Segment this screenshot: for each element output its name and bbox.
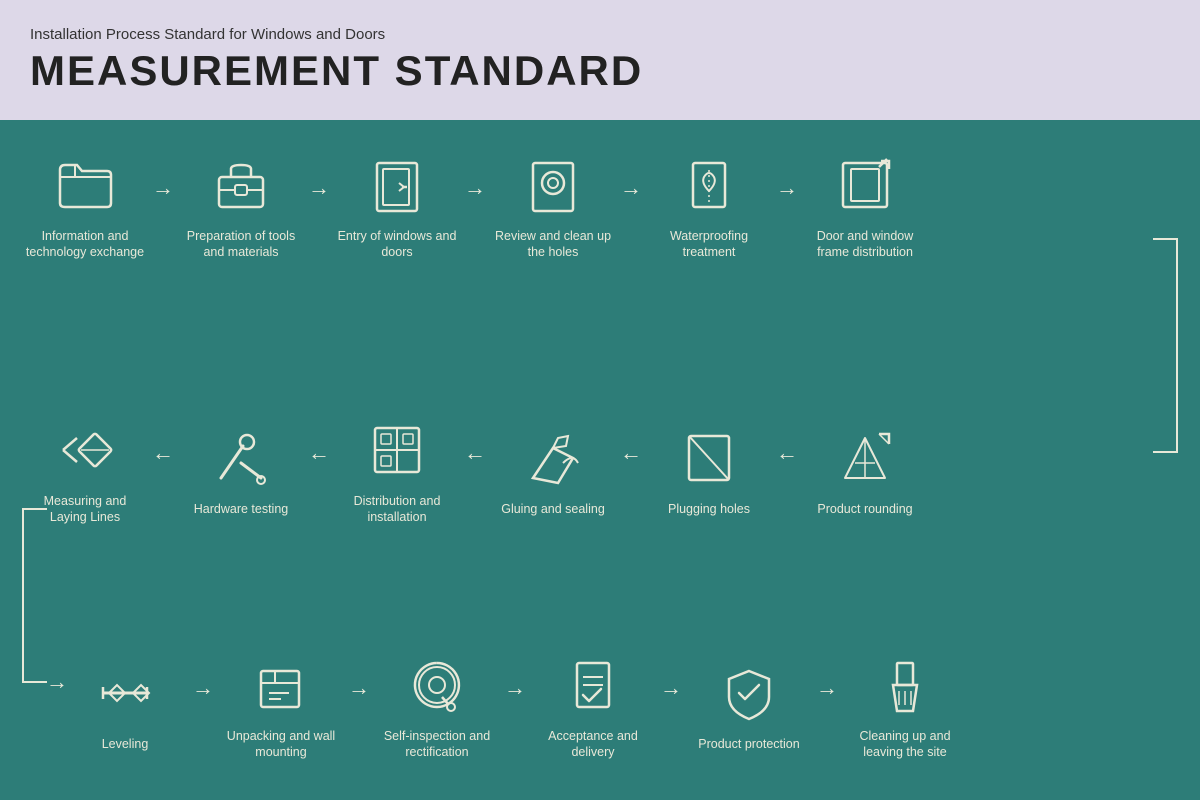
step-label: Waterproofing treatment: [649, 228, 769, 261]
arrow-5: →: [776, 175, 798, 201]
arrow-r3-4: →: [660, 675, 682, 701]
step-label: Distribution and installation: [337, 493, 457, 526]
arrow-4: →: [620, 175, 642, 201]
step-rounding: Product rounding: [800, 423, 930, 517]
arrow-left-1: ←: [152, 440, 174, 466]
waterproof-icon: [674, 150, 744, 220]
round-icon: [830, 423, 900, 493]
step-label: Acceptance and delivery: [533, 728, 653, 761]
hardware-icon: [206, 423, 276, 493]
step-waterproofing: Waterproofing treatment: [644, 150, 774, 261]
door-entry-icon: [362, 150, 432, 220]
step-product-protect: Product protection: [684, 658, 814, 752]
step-info-tech: Information and technology exchange: [20, 150, 150, 261]
flow-row-2: Measuring and Laying Lines ← Hardware te…: [20, 415, 930, 526]
corner-connector-left: [22, 508, 47, 683]
step-plugging: Plugging holes: [644, 423, 774, 517]
header-subtitle: Installation Process Standard for Window…: [30, 26, 1170, 43]
step-review-holes: Review and clean up the holes: [488, 150, 618, 261]
step-label: Cleaning up and leaving the site: [845, 728, 965, 761]
self-inspect-icon: [402, 650, 472, 720]
arrow-r3-5: →: [816, 675, 838, 701]
step-frame-dist: Door and window frame distribution: [800, 150, 930, 261]
step-label: Hardware testing: [194, 501, 289, 517]
step-self-inspect: Self-inspection and rectification: [372, 650, 502, 761]
accept-icon: [558, 650, 628, 720]
main-content: Information and technology exchange → Pr…: [0, 120, 1200, 800]
step-label: Entry of windows and doors: [337, 228, 457, 261]
arrow-1: →: [152, 175, 174, 201]
step-hardware-test: Hardware testing: [176, 423, 306, 517]
step-gluing: Gluing and sealing: [488, 423, 618, 517]
measure-icon: [50, 415, 120, 485]
step-prep-tools: Preparation of tools and materials: [176, 150, 306, 261]
magnify-icon: [518, 150, 588, 220]
arrow-r3-2: →: [348, 675, 370, 701]
step-cleanup: Cleaning up and leaving the site: [840, 650, 970, 761]
step-unpacking: Unpacking and wall mounting: [216, 650, 346, 761]
dist-install-icon: [362, 415, 432, 485]
flow-row-3: Leveling → Unpacking and wall mounting →…: [60, 650, 970, 761]
arrow-r3-1: →: [192, 675, 214, 701]
step-entry-windows: Entry of windows and doors: [332, 150, 462, 261]
step-label: Product rounding: [817, 501, 912, 517]
corner-connector-right: [1153, 238, 1178, 453]
protect-icon: [714, 658, 784, 728]
flow-row-1: Information and technology exchange → Pr…: [20, 150, 930, 261]
header-title: MEASUREMENT STANDARD: [30, 47, 1170, 95]
step-leveling: Leveling: [60, 658, 190, 752]
level-icon: [90, 658, 160, 728]
toolbox-icon: [206, 150, 276, 220]
arrow-left-2: ←: [308, 440, 330, 466]
step-label: Unpacking and wall mounting: [221, 728, 341, 761]
step-label: Product protection: [698, 736, 799, 752]
step-label: Information and technology exchange: [25, 228, 145, 261]
header: Installation Process Standard for Window…: [0, 0, 1200, 120]
step-label: Gluing and sealing: [501, 501, 605, 517]
arrow-r3-3: →: [504, 675, 526, 701]
step-label: Review and clean up the holes: [493, 228, 613, 261]
step-label: Leveling: [102, 736, 149, 752]
step-acceptance: Acceptance and delivery: [528, 650, 658, 761]
step-label: Preparation of tools and materials: [181, 228, 301, 261]
glue-icon: [518, 423, 588, 493]
arrow-left-5: ←: [776, 440, 798, 466]
arrow-2: →: [308, 175, 330, 201]
arrow-3: →: [464, 175, 486, 201]
frame-dist-icon: [830, 150, 900, 220]
step-label: Self-inspection and rectification: [377, 728, 497, 761]
step-dist-install: Distribution and installation: [332, 415, 462, 526]
cleanup-icon: [870, 650, 940, 720]
step-label: Plugging holes: [668, 501, 750, 517]
arrow-left-3: ←: [464, 440, 486, 466]
unpack-icon: [246, 650, 316, 720]
arrow-left-4: ←: [620, 440, 642, 466]
step-label: Door and window frame distribution: [805, 228, 925, 261]
plug-icon: [674, 423, 744, 493]
folder-icon: [50, 150, 120, 220]
